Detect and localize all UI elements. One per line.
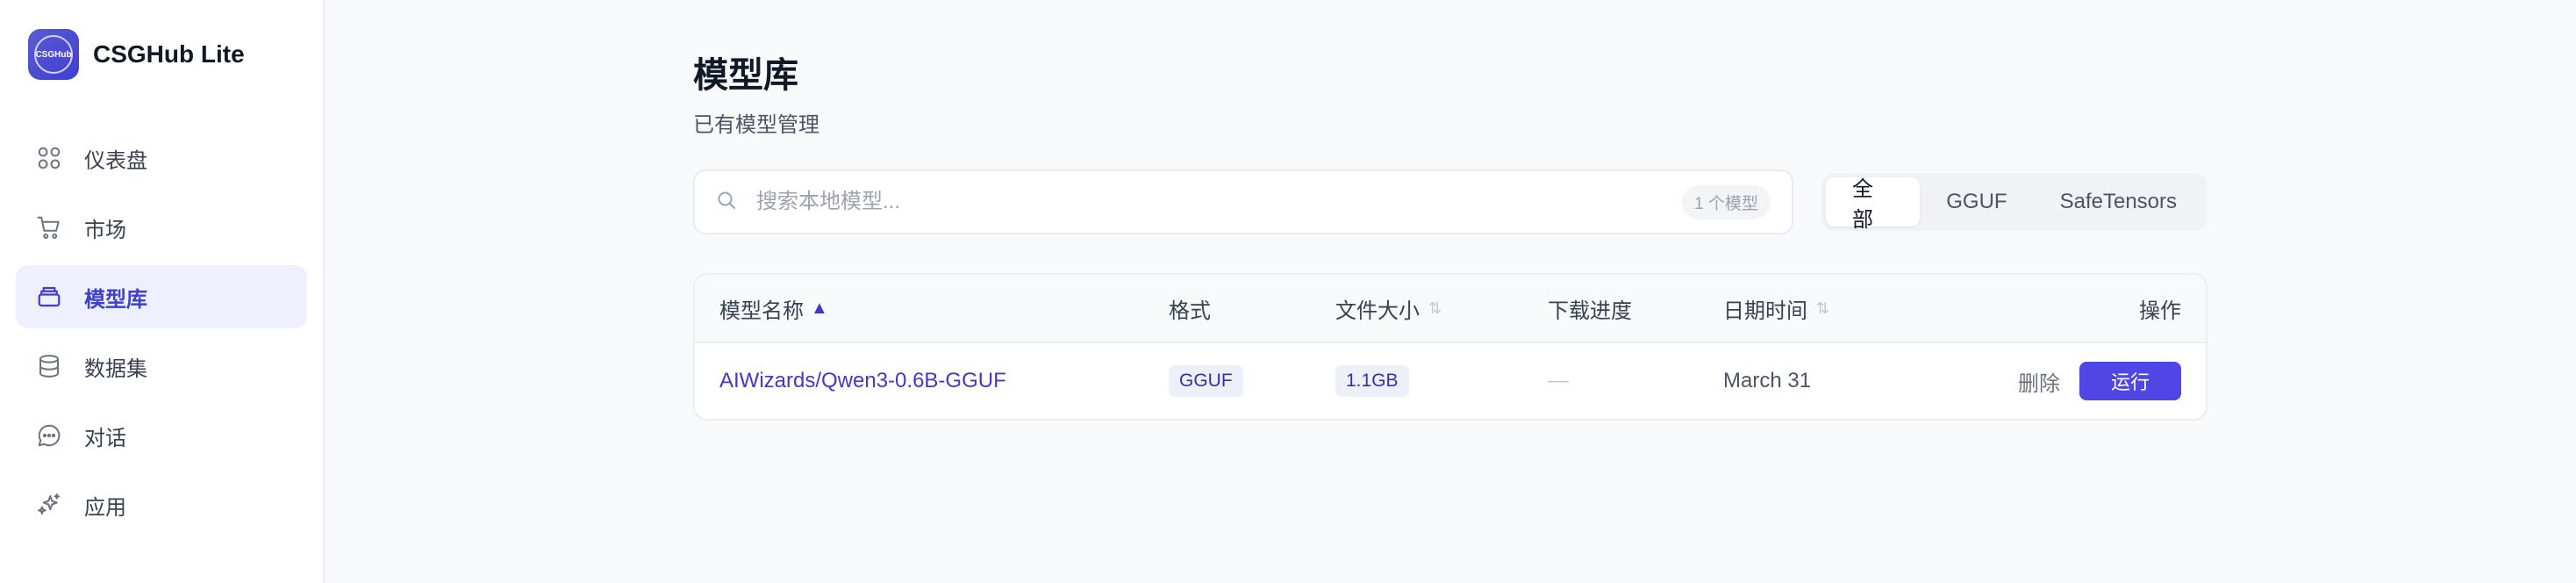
database-icon bbox=[35, 352, 63, 380]
filter-tab-all[interactable]: 全部 bbox=[1825, 177, 1921, 232]
sparkles-icon bbox=[35, 491, 63, 519]
models-table: 模型名称 ▲ 格式 文件大小 ⇅ 下载进度 日期时间 ⇅ 操作 AIWizard… bbox=[693, 273, 2207, 421]
size-badge: 1.1GB bbox=[1335, 365, 1409, 397]
column-header-format: 格式 bbox=[1169, 293, 1335, 324]
cell-model-name: AIWizards/Qwen3-0.6B-GGUF bbox=[695, 369, 1169, 393]
sidebar-item-chat[interactable]: 对话 bbox=[16, 404, 307, 467]
sidebar-item-label: 仪表盘 bbox=[84, 148, 147, 173]
column-header-name[interactable]: 模型名称 ▲ bbox=[695, 293, 1169, 324]
sort-toggle-icon: ⇅ bbox=[1816, 299, 1830, 317]
column-header-date[interactable]: 日期时间 ⇅ bbox=[1723, 293, 1951, 324]
sidebar-item-label: 应用 bbox=[84, 495, 126, 520]
model-count-badge: 1 个模型 bbox=[1682, 184, 1771, 220]
column-header-actions: 操作 bbox=[1951, 293, 2206, 324]
format-filter-tabs: 全部 GGUF SafeTensors bbox=[1821, 173, 2207, 232]
sort-toggle-icon: ⇅ bbox=[1428, 299, 1442, 317]
delete-button[interactable]: 删除 bbox=[2018, 366, 2060, 397]
model-name-link[interactable]: AIWizards/Qwen3-0.6B-GGUF bbox=[719, 369, 1006, 392]
column-header-size[interactable]: 文件大小 ⇅ bbox=[1335, 293, 1548, 324]
table-header: 模型名称 ▲ 格式 文件大小 ⇅ 下载进度 日期时间 ⇅ 操作 bbox=[695, 275, 2206, 343]
cell-progress: — bbox=[1548, 369, 1723, 393]
search-box[interactable]: 1 个模型 bbox=[693, 169, 1793, 234]
cell-date: March 31 bbox=[1723, 369, 1951, 393]
sidebar-item-dashboard[interactable]: 仪表盘 bbox=[16, 126, 307, 190]
cell-size: 1.1GB bbox=[1335, 365, 1548, 397]
sidebar: CSGHub CSGHub Lite 仪表盘 市场 模型库 数据集 对话 应用 bbox=[0, 0, 325, 583]
column-header-progress: 下载进度 bbox=[1548, 293, 1723, 324]
column-header-label: 模型名称 bbox=[719, 299, 804, 323]
sidebar-item-label: 市场 bbox=[84, 218, 126, 242]
column-header-label: 文件大小 bbox=[1335, 299, 1420, 323]
toolbar: 1 个模型 全部 GGUF SafeTensors bbox=[693, 169, 2207, 234]
sidebar-item-apps[interactable]: 应用 bbox=[16, 473, 307, 536]
sidebar-item-label: 数据集 bbox=[84, 356, 147, 381]
sidebar-item-label: 对话 bbox=[84, 426, 126, 450]
run-button[interactable]: 运行 bbox=[2079, 362, 2181, 400]
column-header-label: 格式 bbox=[1169, 299, 1211, 323]
page-title: 模型库 bbox=[693, 56, 798, 95]
search-input[interactable] bbox=[756, 190, 1683, 214]
model-library-icon bbox=[35, 283, 63, 311]
sidebar-nav: 仪表盘 市场 模型库 数据集 对话 应用 bbox=[16, 126, 307, 536]
sidebar-item-label: 模型库 bbox=[84, 287, 147, 312]
app-name: CSGHub Lite bbox=[93, 40, 245, 68]
cell-format: GGUF bbox=[1169, 365, 1335, 397]
sidebar-item-datasets[interactable]: 数据集 bbox=[16, 335, 307, 398]
date-value: March 31 bbox=[1723, 369, 1812, 392]
sidebar-item-market[interactable]: 市场 bbox=[16, 196, 307, 259]
sort-asc-icon: ▲ bbox=[811, 298, 828, 318]
table-row: AIWizards/Qwen3-0.6B-GGUF GGUF 1.1GB — M… bbox=[695, 343, 2206, 419]
cart-icon bbox=[35, 213, 63, 241]
column-header-label: 日期时间 bbox=[1723, 299, 1807, 323]
page-subtitle: 已有模型管理 bbox=[693, 113, 819, 137]
search-icon bbox=[716, 190, 737, 215]
filter-tab-safetensors[interactable]: SafeTensors bbox=[2034, 177, 2203, 227]
dashboard-icon bbox=[35, 144, 63, 172]
csghub-logo-icon: CSGHub bbox=[28, 29, 79, 80]
column-header-label: 操作 bbox=[2139, 299, 2181, 323]
filter-tab-gguf[interactable]: GGUF bbox=[1920, 177, 2033, 227]
main-content: 模型库 已有模型管理 1 个模型 全部 GGUF SafeTensors bbox=[325, 0, 2576, 583]
format-badge: GGUF bbox=[1169, 365, 1243, 397]
brand[interactable]: CSGHub CSGHub Lite bbox=[16, 28, 307, 81]
column-header-label: 下载进度 bbox=[1548, 299, 1632, 323]
chat-icon bbox=[35, 421, 63, 450]
progress-value: — bbox=[1548, 369, 1569, 392]
cell-actions: 删除 运行 bbox=[1951, 362, 2206, 400]
sidebar-item-model-library[interactable]: 模型库 bbox=[16, 265, 307, 328]
app-root: CSGHub CSGHub Lite 仪表盘 市场 模型库 数据集 对话 应用 … bbox=[0, 0, 2576, 583]
